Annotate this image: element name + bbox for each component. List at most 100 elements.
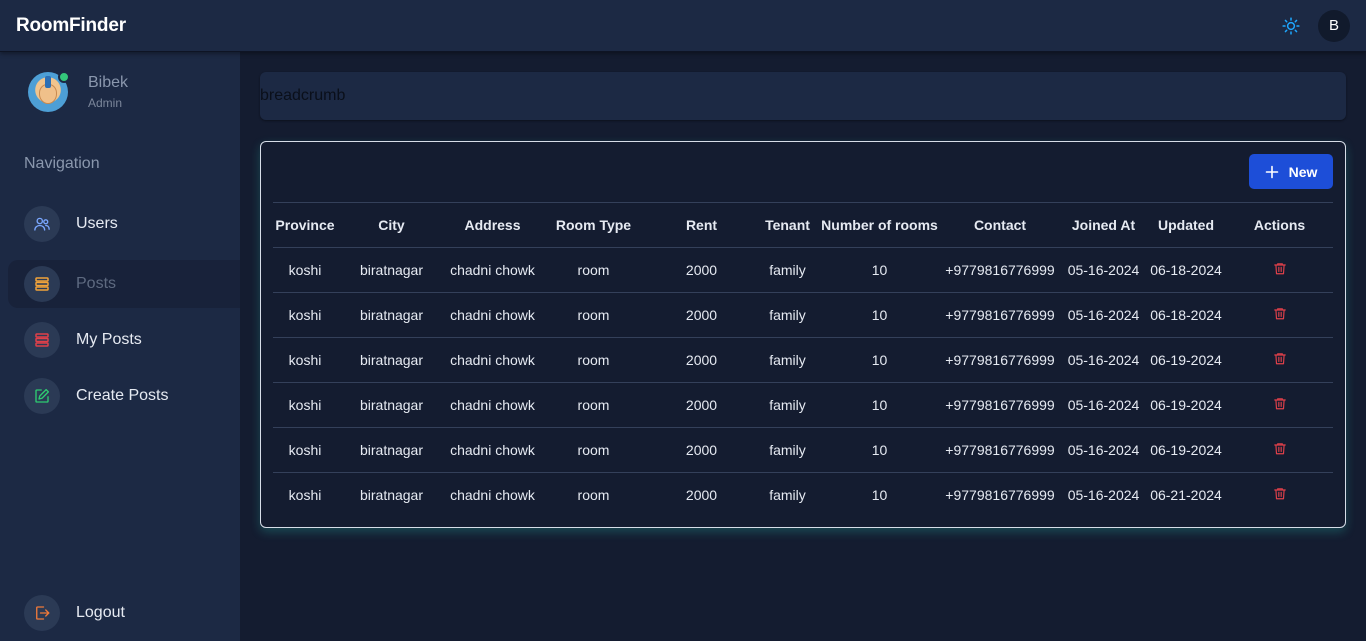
table-row: koshi biratnagar chadni chowk room 2000 famil…: [273, 473, 1333, 518]
users-icon: [24, 206, 60, 242]
room-type-cell: room: [539, 247, 648, 293]
province-cell: koshi: [273, 382, 337, 428]
province-cell: koshi: [273, 292, 337, 338]
table-row: koshi biratnagar chadni chowk room 2000 famil…: [273, 382, 1333, 428]
joined-at-cell: 05-16-2024: [1061, 427, 1146, 473]
room-type-cell: room: [539, 292, 648, 338]
address-cell: chadni chowk: [446, 247, 539, 293]
room-type-cell: room: [539, 427, 648, 473]
rent-cell: 2000: [648, 427, 755, 473]
column-header[interactable]: Room Type: [539, 202, 648, 248]
actions-cell: [1226, 247, 1333, 293]
rent-cell: 2000: [648, 292, 755, 338]
province-cell: koshi: [288, 487, 322, 504]
posts-table: Province City Address Room Type Rent Ten…: [273, 202, 1333, 518]
joined-at-cell: 05-16-2024: [1061, 382, 1146, 428]
rooms-cell: 10: [820, 292, 939, 338]
sun-icon[interactable]: [1278, 13, 1304, 39]
trash-icon[interactable]: [1273, 306, 1287, 321]
tenant-cell: family: [755, 337, 820, 383]
new-button-label: New: [1288, 163, 1318, 180]
rooms-cell: 10: [820, 247, 939, 293]
contact-cell: +9779816776999: [939, 337, 1061, 383]
city-cell: biratnagar: [337, 427, 446, 473]
app-title: RoomFinder: [16, 14, 126, 36]
posts-table-card: New Province City Address Room Type Rent…: [260, 141, 1346, 528]
column-header[interactable]: City: [337, 202, 446, 248]
column-header[interactable]: Contact: [939, 202, 1061, 248]
province-cell: koshi: [273, 427, 337, 473]
avatar-arrow: [45, 76, 51, 88]
sidebar-item-label: My Posts: [76, 331, 142, 348]
rooms-cell: 10: [820, 337, 939, 383]
joined-at-cell: 05-16-2024: [1061, 337, 1146, 383]
sidebar-item-my-posts[interactable]: My Posts: [8, 316, 240, 364]
sidebar-item-label: Logout: [76, 604, 125, 621]
city-cell: biratnagar: [337, 247, 446, 293]
tenant-cell: family: [755, 382, 820, 428]
room-type-cell: room: [539, 337, 648, 383]
edit-icon: [24, 378, 60, 414]
column-header[interactable]: Address: [446, 202, 539, 248]
table-row: koshi biratnagar chadni chowk room 2000 famil…: [273, 427, 1333, 473]
trash-icon[interactable]: [1273, 351, 1287, 366]
column-header[interactable]: Province: [273, 202, 337, 248]
column-header[interactable]: Updated: [1146, 202, 1226, 248]
province-cell: koshi: [273, 247, 337, 293]
city-cell: biratnagar: [359, 487, 424, 504]
plus-icon: [1265, 165, 1278, 178]
updated-cell: 06-18-2024: [1146, 292, 1226, 338]
rent-cell: 2000: [685, 487, 718, 504]
trash-icon[interactable]: [1273, 261, 1287, 276]
actions-cell: [1226, 427, 1333, 473]
updated-cell: 06-19-2024: [1146, 427, 1226, 473]
avatar: [28, 71, 70, 112]
online-status-dot: [58, 71, 70, 83]
profile-role: Admin: [88, 96, 123, 110]
logout-icon: [24, 595, 60, 631]
rooms-cell: 10: [871, 487, 888, 504]
new-post-button[interactable]: New: [1249, 154, 1333, 189]
address-cell: chadni chowk: [446, 382, 539, 428]
top-bar: RoomFinder B: [0, 0, 1366, 52]
tenant-cell: family: [755, 247, 820, 293]
tenant-cell: family: [755, 427, 820, 473]
sidebar-item-create-posts[interactable]: Create Posts: [8, 372, 240, 420]
column-header[interactable]: Number of rooms: [820, 202, 939, 248]
sidebar-item-posts[interactable]: Posts: [8, 260, 240, 308]
profile-name: Bibek: [88, 74, 129, 91]
updated-cell: 06-21-2024: [1150, 487, 1222, 504]
table-row: koshi biratnagar chadni chowk room 2000 famil…: [273, 247, 1333, 293]
rent-cell: 2000: [648, 382, 755, 428]
contact-cell: +9779816776999: [939, 427, 1061, 473]
trash-icon[interactable]: [1273, 486, 1287, 501]
table-row: koshi biratnagar chadni chowk room 2000 famil…: [273, 337, 1333, 383]
column-header[interactable]: Tenant: [755, 202, 820, 248]
rooms-cell: 10: [820, 382, 939, 428]
actions-cell: [1226, 337, 1333, 383]
rooms-cell: 10: [820, 427, 939, 473]
main-content: breadcrumb New Province City Address Roo…: [240, 52, 1366, 641]
logout-button[interactable]: Logout: [8, 589, 240, 637]
table-body: koshi biratnagar chadni chowk room 2000 famil…: [273, 247, 1333, 518]
column-header[interactable]: Rent: [648, 202, 755, 248]
top-right-controls: B: [1278, 9, 1350, 42]
address-cell: chadni chowk: [446, 292, 539, 338]
address-cell: chadni chowk: [446, 427, 539, 473]
sidebar-item-users[interactable]: Users: [8, 200, 240, 248]
address-cell: chadni chowk: [450, 487, 535, 504]
actions-cell: [1226, 382, 1333, 428]
trash-icon[interactable]: [1273, 441, 1287, 456]
user-avatar-button[interactable]: B: [1318, 9, 1350, 42]
nav-heading: Navigation: [24, 155, 100, 172]
stack-icon: [24, 322, 60, 358]
city-cell: biratnagar: [337, 292, 446, 338]
tenant-cell: family: [755, 292, 820, 338]
sidebar: Bibek Admin Navigation Users Posts My Po…: [0, 52, 240, 641]
tenant-cell: family: [769, 487, 806, 504]
trash-icon[interactable]: [1273, 396, 1287, 411]
updated-cell: 06-18-2024: [1146, 247, 1226, 293]
contact-cell: +9779816776999: [939, 247, 1061, 293]
column-header[interactable]: Joined At: [1061, 202, 1146, 248]
room-type-cell: room: [539, 382, 648, 428]
